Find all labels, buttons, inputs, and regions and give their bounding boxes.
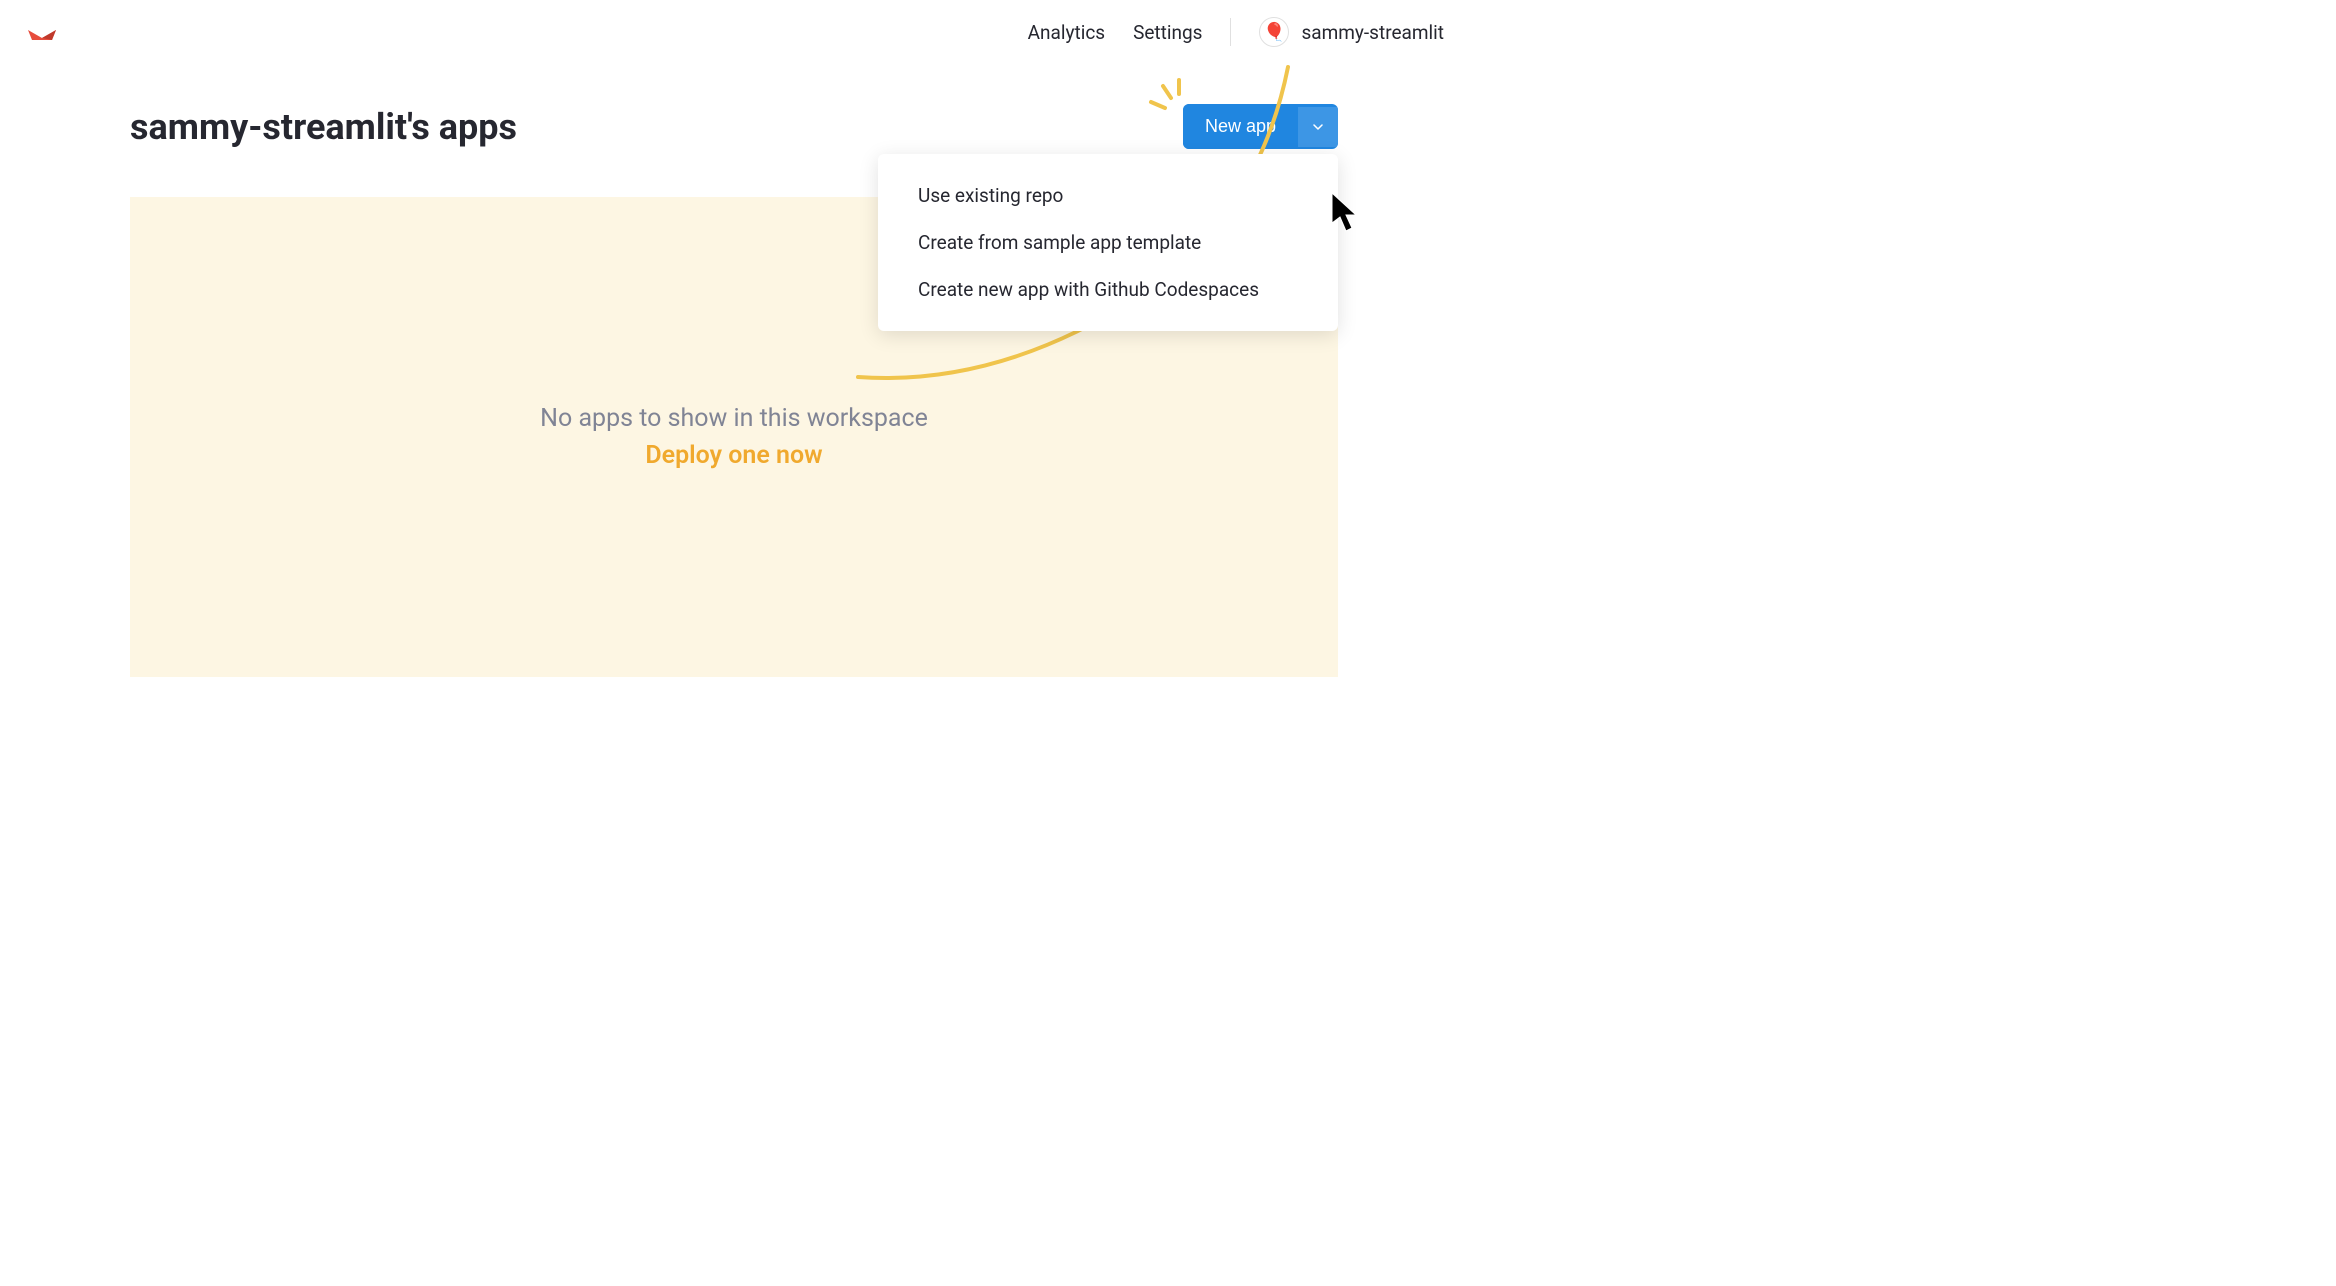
nav-right: Analytics Settings 🎈 sammy-streamlit — [1028, 17, 1444, 47]
chevron-down-icon[interactable] — [1298, 107, 1338, 147]
empty-message: No apps to show in this workspace — [540, 404, 928, 433]
new-app-dropdown: Use existing repo Create from sample app… — [878, 154, 1338, 331]
deploy-now-link[interactable]: Deploy one now — [645, 441, 822, 470]
dropdown-item-existing-repo[interactable]: Use existing repo — [878, 172, 1338, 219]
dropdown-item-sample-template[interactable]: Create from sample app template — [878, 219, 1338, 266]
streamlit-logo-icon[interactable] — [24, 14, 60, 50]
new-app-wrapper: New app Use existing repo Create from sa… — [1183, 104, 1338, 149]
avatar: 🎈 — [1259, 17, 1289, 47]
dropdown-item-codespaces[interactable]: Create new app with Github Codespaces — [878, 266, 1338, 313]
balloon-icon: 🎈 — [1263, 22, 1285, 43]
title-row: sammy-streamlit's apps New app Use exist… — [130, 104, 1338, 149]
analytics-link[interactable]: Analytics — [1028, 21, 1105, 44]
new-app-button[interactable]: New app — [1183, 104, 1338, 149]
divider — [1230, 18, 1231, 46]
header: Analytics Settings 🎈 sammy-streamlit — [0, 0, 1468, 64]
new-app-label: New app — [1183, 104, 1298, 149]
username-label: sammy-streamlit — [1301, 21, 1444, 44]
page-title: sammy-streamlit's apps — [130, 106, 517, 148]
user-menu[interactable]: 🎈 sammy-streamlit — [1259, 17, 1444, 47]
settings-link[interactable]: Settings — [1133, 21, 1202, 44]
main-content: sammy-streamlit's apps New app Use exist… — [0, 64, 1468, 677]
